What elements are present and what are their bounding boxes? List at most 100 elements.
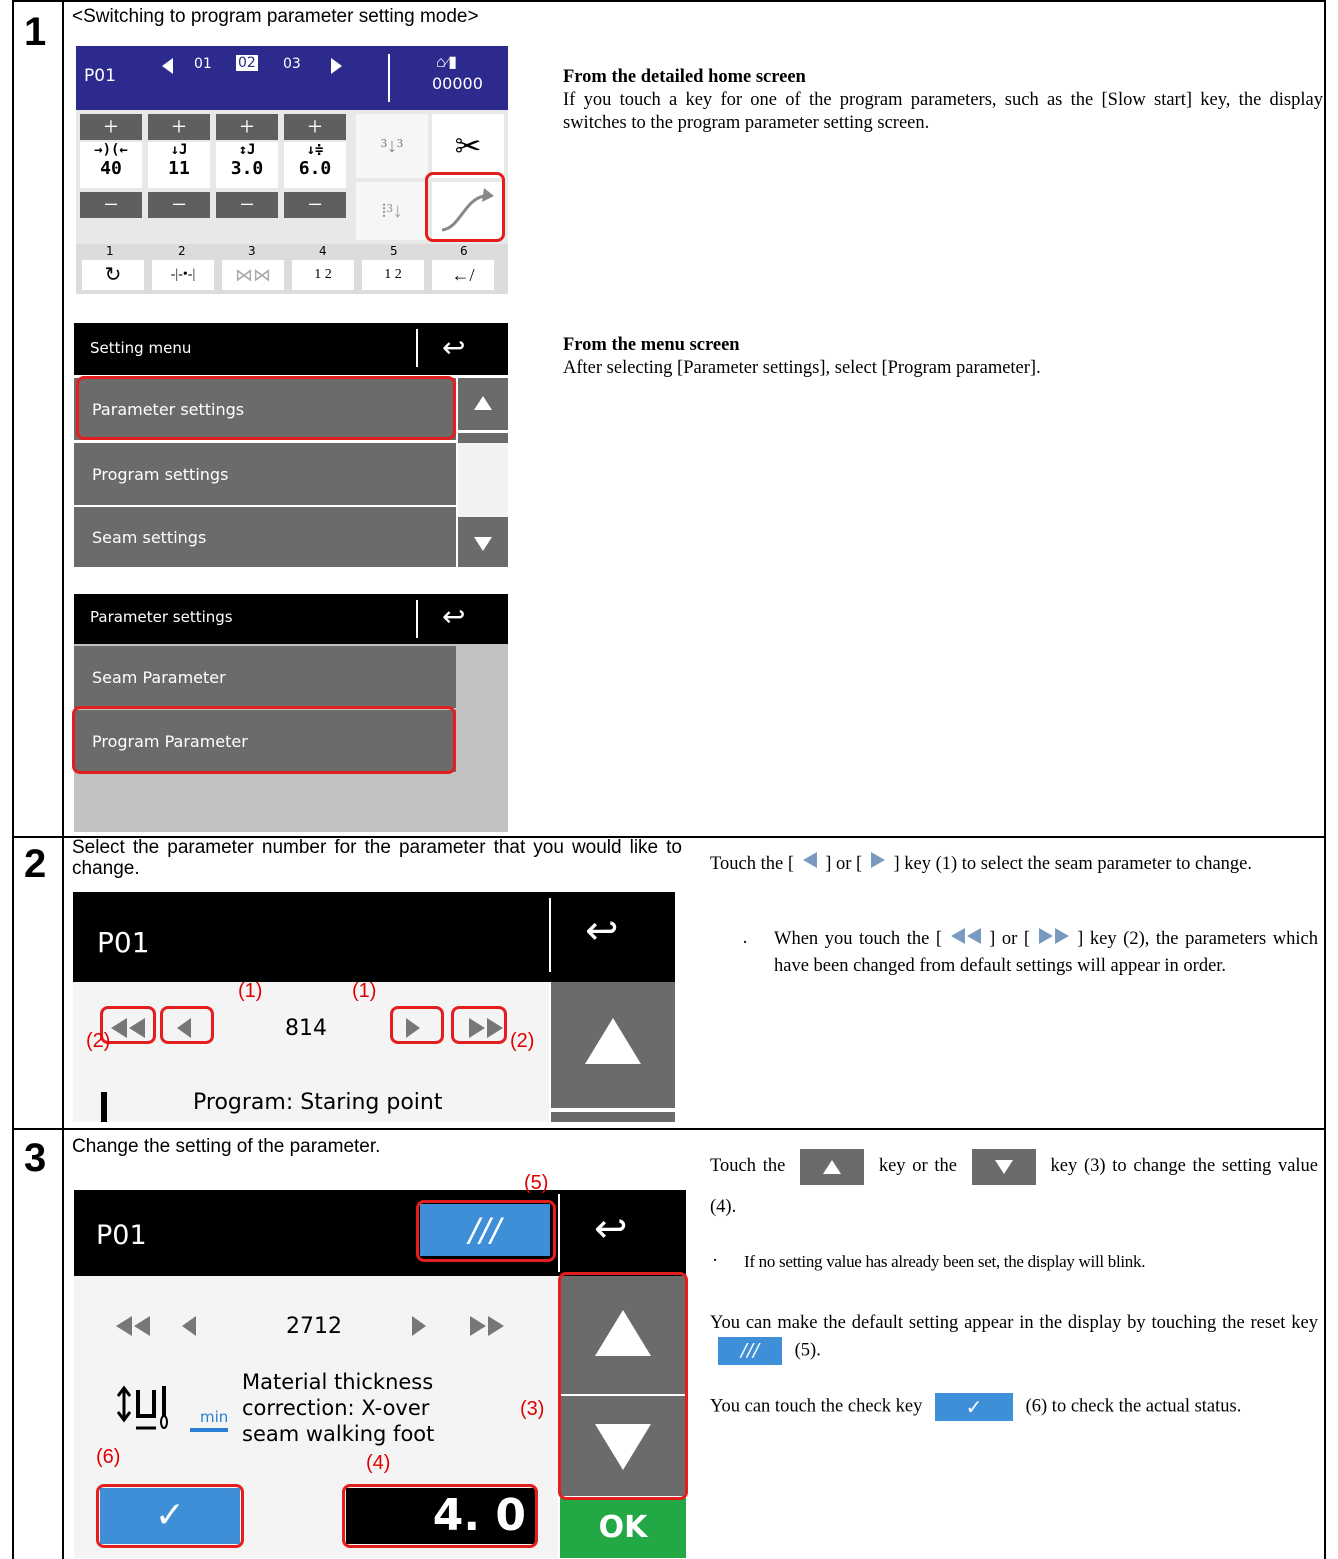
stitch-count-icon: ³↓³ <box>381 135 403 157</box>
step2-desc-a: Touch the [ <box>710 854 794 875</box>
step2-param-name: Program: Staring point <box>193 1090 443 1115</box>
value-key-1[interactable]: →)(← 40 <box>80 142 142 188</box>
step3-prev-icon[interactable] <box>178 1314 202 1338</box>
reverse-icon: ↻ <box>104 264 122 286</box>
step2-back-icon[interactable]: ↩ <box>585 908 619 954</box>
setting-menu-title: Setting menu <box>90 339 192 357</box>
home-tab-02[interactable]: 02 <box>236 55 258 71</box>
step2-desc-b: ] or [ <box>825 854 863 875</box>
step-3-text: Change the setting of the parameter. <box>72 1136 381 1157</box>
minus-button-1[interactable]: − <box>80 192 142 218</box>
function-key-4[interactable]: 1 2 <box>292 260 354 290</box>
step3-reset-a: You can make the default setting appear … <box>710 1313 1318 1333</box>
plus-button-2[interactable]: + <box>148 114 210 140</box>
function-key-1[interactable]: ↻ <box>82 260 144 290</box>
reset-key-inline: /// <box>718 1336 782 1365</box>
step3-desc: Touch the key or the key (3) to change t… <box>710 1146 1318 1227</box>
menu-scroll-down-button[interactable] <box>458 517 508 567</box>
value-key-4[interactable]: ↓≑ 6.0 <box>284 142 346 188</box>
step3-reset: You can make the default setting appear … <box>710 1310 1318 1365</box>
menu-scrollbar-track[interactable] <box>458 433 508 517</box>
callout-2-right: (2) <box>510 1030 535 1052</box>
table-row-divider-2 <box>12 1128 1326 1130</box>
param-name-line2: correction: X-over <box>242 1396 430 1420</box>
step2-fast-prev-key-icon <box>949 926 983 954</box>
value-key-3[interactable]: ↕J 3.0 <box>216 142 278 188</box>
slot-num-5: 5 <box>390 244 398 258</box>
fast-next-highlight <box>451 1006 507 1044</box>
callout-4: (4) <box>366 1452 391 1474</box>
table-divider-num <box>62 0 64 1559</box>
step3-down-key <box>971 1148 1036 1185</box>
step-number-2: 2 <box>24 842 47 886</box>
setting-menu-back-icon[interactable]: ↩ <box>442 331 465 364</box>
home-tab-01[interactable]: 01 <box>194 56 212 72</box>
menu-scroll-up-button[interactable] <box>458 378 508 430</box>
bartack-count-key[interactable]: ⁞³↓ <box>356 182 428 240</box>
slot-num-2: 2 <box>178 244 186 258</box>
step3-check-b: (6) to check the actual status. <box>1025 1396 1242 1417</box>
step3-fast-prev-icon[interactable] <box>114 1314 154 1338</box>
home-program: P01 <box>84 66 116 86</box>
function-key-6[interactable]: ←/ <box>432 260 494 290</box>
value-4: 6.0 <box>298 158 332 179</box>
step-1-title: <Switching to program parameter setting … <box>72 6 479 27</box>
program-parameter-highlight <box>72 706 456 774</box>
step3-back-icon[interactable]: ↩ <box>594 1206 628 1252</box>
home-divider <box>388 54 390 102</box>
home-counter: 00000 <box>432 74 483 93</box>
step2-bullet-mark: · <box>742 933 749 953</box>
value-2: 11 <box>168 158 190 179</box>
minus-button-4[interactable]: − <box>284 192 346 218</box>
step2-up-button[interactable] <box>551 982 675 1108</box>
value-key-2[interactable]: ↓J 11 <box>148 142 210 188</box>
menu-item-program-settings[interactable]: Program settings <box>74 443 456 505</box>
check-key-inline: ✓ <box>934 1393 1013 1421</box>
plus-button-1[interactable]: + <box>80 114 142 140</box>
step2-program: P01 <box>97 926 150 959</box>
param-name-line1: Material thickness <box>242 1370 434 1394</box>
step3-fast-next-icon[interactable] <box>466 1314 506 1338</box>
slow-start-highlight <box>425 172 505 242</box>
function-key-3[interactable]: ⋈⋈ <box>222 260 284 290</box>
stitch-width-select-icon: 1 2 <box>384 267 402 282</box>
callout-3: (3) <box>520 1398 545 1420</box>
foot-lift-icon: ↓J <box>170 142 188 158</box>
parameter-menu-back-icon[interactable]: ↩ <box>442 600 465 633</box>
foot-height-icon: ↕J <box>238 142 256 158</box>
step3-bullet: If no setting value has already been set… <box>744 1252 1146 1271</box>
menu-item-seam-settings[interactable]: Seam settings <box>74 507 456 567</box>
callout-5: (5) <box>524 1172 549 1194</box>
param-name-line3: seam walking foot <box>242 1422 435 1446</box>
parameter-menu-divider <box>416 600 418 638</box>
bartack-icon: ⁞³↓ <box>381 200 403 222</box>
step-number-1: 1 <box>24 10 47 54</box>
thread-trim-key[interactable]: ✂ <box>432 114 504 178</box>
triangle-down-icon <box>474 537 492 551</box>
home-prev-arrow-icon[interactable] <box>162 58 173 74</box>
menu-item-seam-parameter[interactable]: Seam Parameter <box>74 646 456 708</box>
step2-fast-next-key-icon <box>1037 926 1071 954</box>
step3-header-divider <box>558 1194 560 1272</box>
function-key-5[interactable]: 1 2 <box>362 260 424 290</box>
check-highlight <box>96 1484 244 1548</box>
plus-button-3[interactable]: + <box>216 114 278 140</box>
needle-stop-icon: -|-•-| <box>170 267 196 282</box>
walking-foot-icon <box>114 1376 184 1436</box>
ok-button[interactable]: OK <box>560 1498 686 1558</box>
step3-next-icon[interactable] <box>406 1314 430 1338</box>
step3-desc-b: key or the <box>878 1156 958 1176</box>
home-next-arrow-icon[interactable] <box>331 58 342 74</box>
ok-label: OK <box>598 1510 648 1545</box>
setting-menu-screen: Setting menu ↩ Parameter settings Progra… <box>74 323 508 567</box>
minus-button-2[interactable]: − <box>148 192 210 218</box>
slot-num-3: 3 <box>248 244 256 258</box>
plus-button-4[interactable]: + <box>284 114 346 140</box>
detailed-text: If you touch a key for one of the progra… <box>563 90 1323 134</box>
minus-button-3[interactable]: − <box>216 192 278 218</box>
home-tab-03[interactable]: 03 <box>283 56 301 72</box>
value-1: 40 <box>100 158 122 179</box>
function-key-2[interactable]: -|-•-| <box>152 260 214 290</box>
stitch-count-key[interactable]: ³↓³ <box>356 114 428 178</box>
unit-label: min <box>200 1408 229 1426</box>
